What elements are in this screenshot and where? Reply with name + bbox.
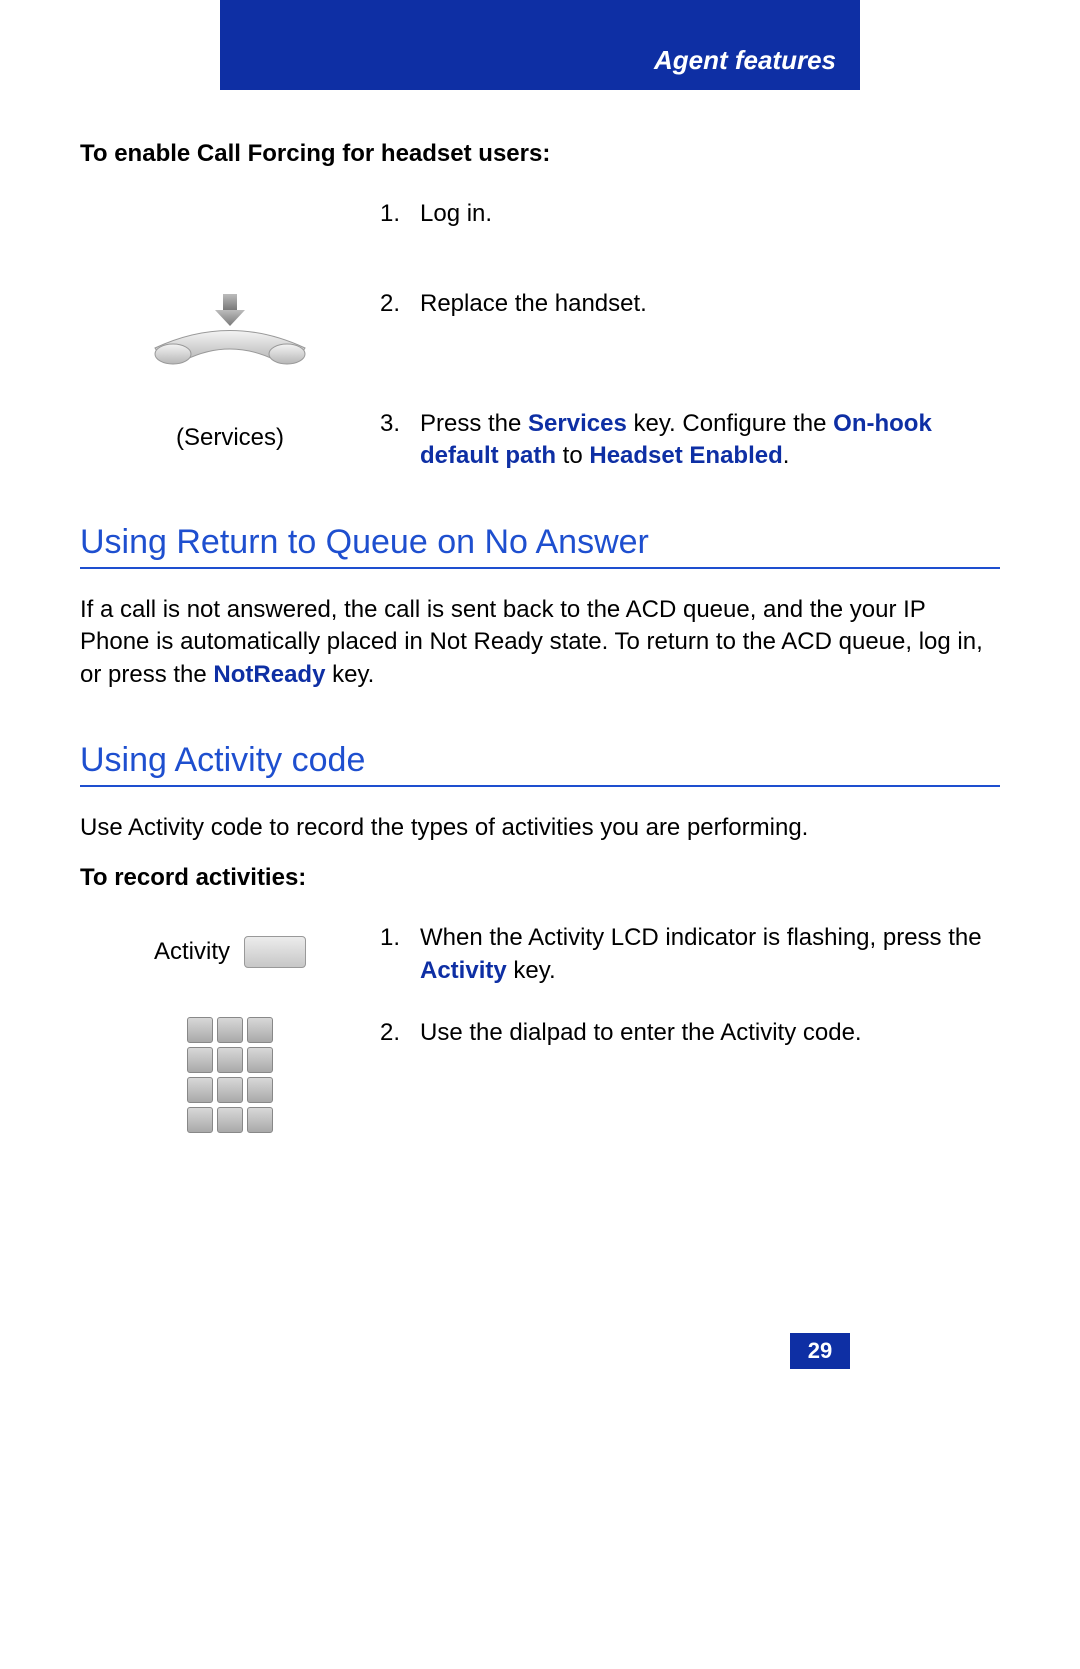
dialpad-key-icon [217, 1107, 243, 1133]
dialpad-key-icon [217, 1047, 243, 1073]
step-number: 1. [380, 922, 420, 987]
step-number: 1. [380, 198, 420, 230]
header-title: Agent features [654, 45, 836, 76]
step-row: 1. Log in. [80, 198, 1000, 258]
dialpad-key-icon [187, 1107, 213, 1133]
section-underline [80, 567, 1000, 569]
text-fragment: key. [507, 957, 556, 984]
dialpad-key-icon [217, 1017, 243, 1043]
dialpad-key-icon [187, 1077, 213, 1103]
text-fragment: key. [325, 661, 374, 688]
text-fragment: Press the [420, 410, 528, 437]
section-b-paragraph: Use Activity code to record the types of… [80, 812, 1000, 844]
step-row: 2. Replace the handset. [80, 288, 1000, 378]
dialpad-key-icon [247, 1047, 273, 1073]
step-text: Log in. [420, 198, 1000, 230]
step-number: 3. [380, 408, 420, 473]
header-band: Agent features [220, 0, 860, 90]
step-row: Activity 1. When the Activity LCD indica… [80, 922, 1000, 987]
services-label: (Services) [176, 424, 284, 452]
dialpad-key-icon [187, 1047, 213, 1073]
dialpad-key-icon [247, 1077, 273, 1103]
step-number: 2. [380, 1017, 420, 1049]
step-number: 2. [380, 288, 420, 320]
dialpad-icon [80, 1017, 380, 1133]
keyword-headset-enabled: Headset Enabled [589, 442, 782, 469]
activity-key-col: Activity [80, 922, 380, 982]
text-fragment: key. Configure the [627, 410, 833, 437]
section-a-paragraph: If a call is not answered, the call is s… [80, 594, 1000, 691]
text-fragment: to [556, 442, 589, 469]
step-text: When the Activity LCD indicator is flash… [420, 922, 1000, 987]
handset-hangup-icon [80, 288, 380, 378]
section-intro-1: To enable Call Forcing for headset users… [80, 140, 1000, 168]
dialpad-key-icon [217, 1077, 243, 1103]
text-fragment: When the Activity LCD indicator is flash… [420, 924, 982, 951]
dialpad-key-icon [187, 1017, 213, 1043]
section-intro-2: To record activities: [80, 864, 1000, 892]
section-heading-return-queue: Using Return to Queue on No Answer [80, 523, 1000, 562]
keyword-services: Services [528, 410, 627, 437]
step-text: Replace the handset. [420, 288, 1000, 320]
dialpad-key-icon [247, 1017, 273, 1043]
step-row: (Services) 3. Press the Services key. Co… [80, 408, 1000, 473]
softkey-icon [244, 936, 306, 968]
keyword-notready: NotReady [213, 661, 325, 688]
services-label-col: (Services) [80, 408, 380, 468]
page-content: To enable Call Forcing for headset users… [0, 90, 1080, 1369]
keyword-activity: Activity [420, 957, 507, 984]
page-number: 29 [790, 1333, 850, 1369]
dialpad-key-icon [247, 1107, 273, 1133]
step-icon-empty [80, 198, 380, 258]
section-underline [80, 785, 1000, 787]
step-text: Use the dialpad to enter the Activity co… [420, 1017, 1000, 1049]
step-row: 2. Use the dialpad to enter the Activity… [80, 1017, 1000, 1133]
activity-label: Activity [154, 938, 230, 966]
text-fragment: . [783, 442, 790, 469]
section-heading-activity-code: Using Activity code [80, 741, 1000, 780]
step-text: Press the Services key. Configure the On… [420, 408, 1000, 473]
